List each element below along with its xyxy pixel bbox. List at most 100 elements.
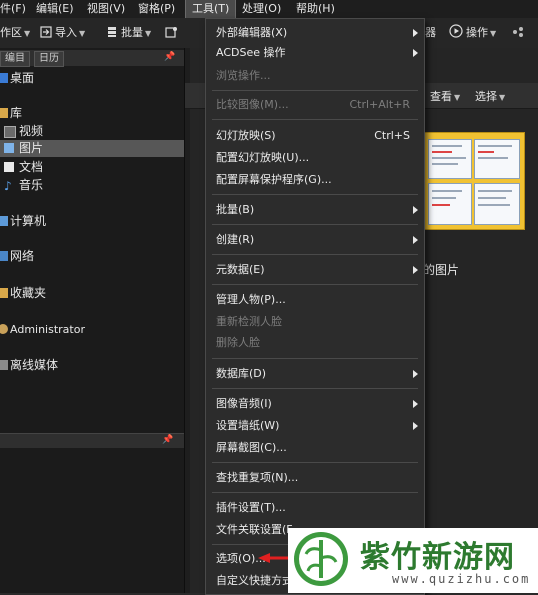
thumb-line xyxy=(478,145,512,147)
tree-item-favorites[interactable]: 收藏夹 xyxy=(0,285,184,302)
menu-pane[interactable]: 窗格(P) xyxy=(138,0,175,18)
batch-icon xyxy=(108,27,116,37)
chevron-down-icon: ▼ xyxy=(490,29,497,38)
menu-item-external-editor[interactable]: 外部编辑器(X) xyxy=(206,22,424,44)
chevron-down-icon: ▼ xyxy=(145,29,152,38)
action-button[interactable]: 操作 ▼ xyxy=(449,24,496,42)
menu-view[interactable]: 视图(V) xyxy=(87,0,125,18)
view-label: 查看 xyxy=(430,90,452,103)
tree-label: 文档 xyxy=(19,160,44,174)
pin-icon[interactable]: 📌 xyxy=(162,435,173,445)
tree-item-network[interactable]: 网络 xyxy=(0,248,184,265)
share-icon-button[interactable] xyxy=(512,24,527,42)
menu-item-browse-actions[interactable]: 浏览操作... xyxy=(206,65,424,87)
menu-item-metadata[interactable]: 元数据(E) xyxy=(206,259,424,281)
create-icon-button[interactable] xyxy=(165,24,180,42)
thumb-line xyxy=(432,145,462,147)
menu-item-label: 比较图像(M)... xyxy=(216,98,289,111)
menu-item-label: ACDSee 操作 xyxy=(216,46,286,59)
tree-item-music[interactable]: ♪ 音乐 xyxy=(0,177,184,194)
favorites-icon xyxy=(0,288,8,298)
tree-item-documents[interactable]: 文档 xyxy=(0,159,184,176)
menu-item-label: 配置屏幕保护程序(G)... xyxy=(216,173,332,186)
select-label: 选择 xyxy=(475,90,497,103)
menu-item-shortcut: Ctrl+Alt+R xyxy=(349,98,410,111)
select-dropdown[interactable]: 选择 ▼ xyxy=(475,88,505,104)
watermark: 紫竹新游网 www.quzizhu.com xyxy=(288,528,538,593)
menu-item-create[interactable]: 创建(R) xyxy=(206,229,424,251)
menu-item-delete-faces[interactable]: 删除人脸 xyxy=(206,332,424,354)
menu-item-set-wallpaper[interactable]: 设置墙纸(W) xyxy=(206,415,424,437)
menu-separator xyxy=(212,119,418,120)
tree-item-library[interactable]: 库 xyxy=(0,105,184,122)
menu-item-slideshow[interactable]: 幻灯放映(S) Ctrl+S xyxy=(206,125,424,147)
offline-media-icon xyxy=(0,360,8,370)
tree-item-pictures[interactable]: 图片 xyxy=(0,140,184,157)
folder-thumbnail[interactable] xyxy=(423,132,525,230)
submenu-arrow-icon xyxy=(413,422,418,430)
tree-label: 图片 xyxy=(19,141,44,155)
thumb-line xyxy=(432,151,452,153)
music-icon: ♪ xyxy=(4,179,12,193)
menu-tools[interactable]: 工具(T) xyxy=(184,0,237,19)
submenu-arrow-icon xyxy=(413,49,418,57)
menu-item-image-audio[interactable]: 图像音频(I) xyxy=(206,393,424,415)
tree-item-computer[interactable]: 计算机 xyxy=(0,213,184,230)
thumb-line xyxy=(432,157,466,159)
submenu-arrow-icon xyxy=(413,400,418,408)
video-icon xyxy=(4,126,16,138)
menu-item-compare-images[interactable]: 比较图像(M)... Ctrl+Alt+R xyxy=(206,94,424,116)
menu-separator xyxy=(212,254,418,255)
tab-calendar[interactable]: 日历 xyxy=(34,51,64,67)
menu-item-manage-people[interactable]: 管理人物(P)... xyxy=(206,289,424,311)
scrollbar[interactable] xyxy=(185,48,190,593)
menu-item-screenshot[interactable]: 屏幕截图(C)... xyxy=(206,437,424,459)
pin-icon[interactable]: 📌 xyxy=(164,52,175,62)
tab-catalog[interactable]: 编目 xyxy=(0,51,30,67)
tree-label: 离线媒体 xyxy=(10,358,59,372)
menu-item-acdsee-actions[interactable]: ACDSee 操作 xyxy=(206,42,424,64)
view-dropdown[interactable]: 查看 ▼ xyxy=(430,88,460,104)
tools-menu: 外部编辑器(X) ACDSee 操作 浏览操作... 比较图像(M)... Ctr… xyxy=(205,18,425,595)
play-icon xyxy=(449,24,463,38)
thumb-line xyxy=(432,190,462,192)
menu-separator xyxy=(212,462,418,463)
submenu-arrow-icon xyxy=(413,266,418,274)
menu-item-configure-screensaver[interactable]: 配置屏幕保护程序(G)... xyxy=(206,169,424,191)
tree-item-offline-media[interactable]: 离线媒体 xyxy=(0,357,184,374)
menu-item-find-duplicates[interactable]: 查找重复项(N)... xyxy=(206,467,424,489)
action-label: 操作 xyxy=(466,26,488,39)
tree-label: 网络 xyxy=(10,249,35,263)
thumb-line xyxy=(432,197,456,199)
tree-item-videos[interactable]: 视频 xyxy=(0,123,184,140)
import-button[interactable]: 导入 ▼ xyxy=(40,24,85,42)
menu-item-batch[interactable]: 批量(B) xyxy=(206,199,424,221)
menu-file[interactable]: 件(F) xyxy=(0,0,26,18)
tree-item-administrator[interactable]: Administrator xyxy=(0,321,184,338)
submenu-arrow-icon xyxy=(413,206,418,214)
picture-icon xyxy=(4,143,14,153)
menu-help[interactable]: 帮助(H) xyxy=(296,0,335,18)
tree-item-desktop[interactable]: 桌面 xyxy=(0,70,184,87)
workspace-dropdown[interactable]: 作区 ▼ xyxy=(0,24,30,42)
menu-edit[interactable]: 编辑(E) xyxy=(36,0,74,18)
menu-separator xyxy=(212,492,418,493)
menu-item-database[interactable]: 数据库(D) xyxy=(206,363,424,385)
submenu-arrow-icon xyxy=(413,236,418,244)
batch-button[interactable]: 批量 ▼ xyxy=(106,24,151,42)
menu-item-label: 外部编辑器(X) xyxy=(216,26,288,39)
menu-item-redetect-faces[interactable]: 重新检测人脸 xyxy=(206,311,424,333)
menu-separator xyxy=(212,194,418,195)
document-icon xyxy=(4,162,14,172)
thumb-line xyxy=(478,157,508,159)
user-icon xyxy=(0,324,8,334)
menu-item-label: 管理人物(P)... xyxy=(216,293,286,306)
menu-separator xyxy=(212,224,418,225)
menu-item-label: 设置墙纸(W) xyxy=(216,419,280,432)
menu-process[interactable]: 处理(O) xyxy=(242,0,281,18)
batch-label: 批量 xyxy=(121,26,143,39)
computer-icon xyxy=(0,216,8,226)
menu-item-configure-slideshow[interactable]: 配置幻灯放映(U)... xyxy=(206,147,424,169)
toolbar-partial-label: 器 xyxy=(425,26,436,39)
menu-item-plugin-settings[interactable]: 插件设置(T)... xyxy=(206,497,424,519)
